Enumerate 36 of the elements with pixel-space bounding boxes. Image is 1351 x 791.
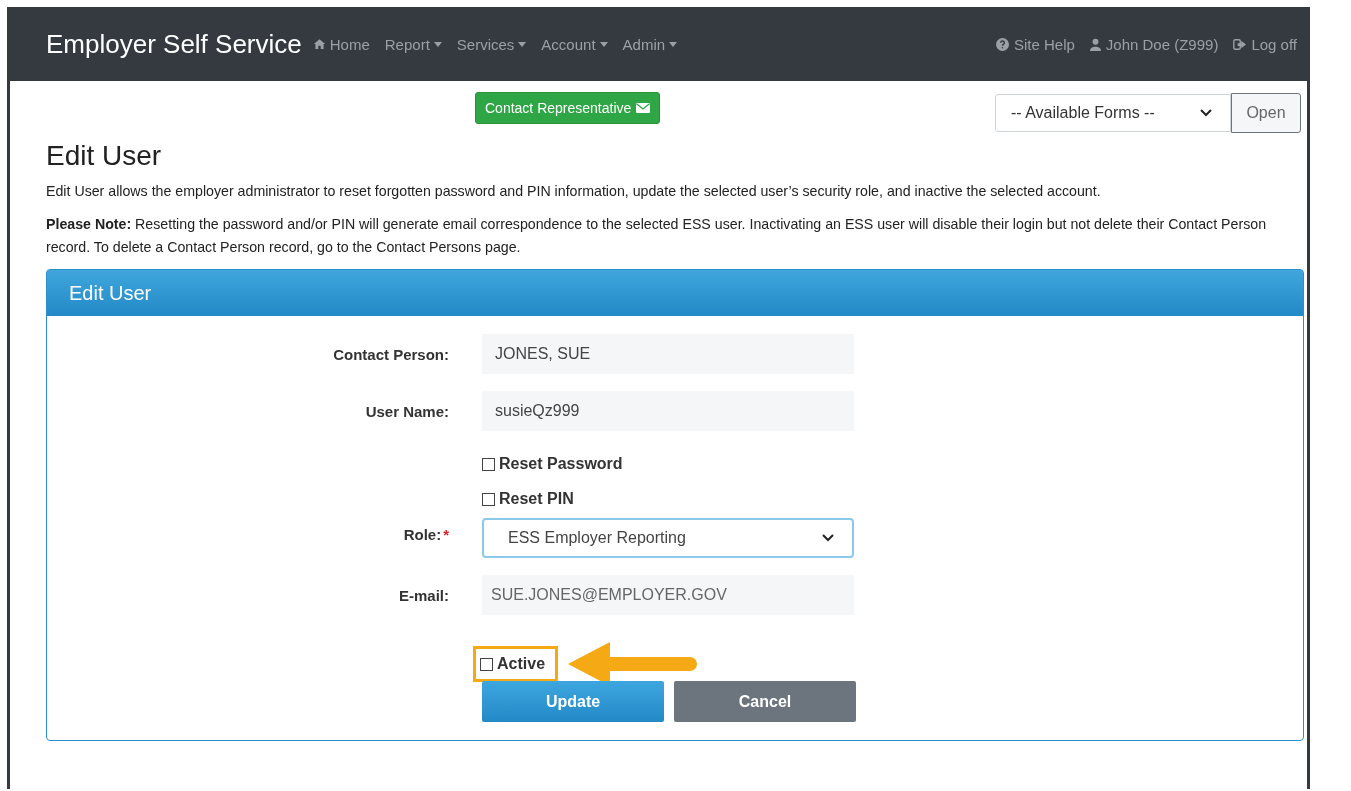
checkbox[interactable]: Reset Password: [479, 448, 626, 480]
input-field[interactable]: JONES, SUE: [482, 334, 854, 374]
nav-link[interactable]: Account: [541, 35, 608, 53]
envelope-icon: [636, 103, 651, 113]
role-select[interactable]: ESS Employer Reporting: [482, 518, 854, 558]
contact-representative-button[interactable]: Contact Representative: [475, 92, 661, 124]
nav-link[interactable]: John Doe (Z999): [1089, 35, 1219, 53]
user-icon: [1089, 37, 1101, 51]
field-label: User Name:: [365, 403, 449, 420]
note-text: Please Note: Resetting the password and/or PIN will generate email correspondence to the selected ESS user. Inactivating an ESS user will disable their login but not delete their Contact Person record. To delete a Contact Person record, go to the Contact Persons page.: [46, 215, 1268, 257]
brand-title[interactable]: Employer Self Service: [46, 28, 302, 60]
nav-link[interactable]: Report: [384, 35, 442, 53]
nav-link[interactable]: Site Help: [995, 35, 1075, 53]
home-icon: [312, 38, 326, 50]
chevron-down-icon: [1200, 109, 1212, 117]
logout-icon: [1233, 38, 1247, 50]
forms-select[interactable]: -- Available Forms --: [995, 94, 1231, 132]
chevron-down-icon: [822, 534, 834, 542]
input-field[interactable]: susieQz999: [482, 391, 854, 431]
nav-link[interactable]: Services: [456, 35, 527, 53]
open-button[interactable]: Open: [1231, 93, 1301, 133]
nav-link[interactable]: Log off: [1233, 35, 1297, 53]
page-heading: Edit User: [46, 140, 163, 172]
field-label: Contact Person:: [333, 346, 449, 363]
update-button[interactable]: Update: [482, 681, 664, 722]
required-mark: *: [443, 526, 449, 543]
cancel-button[interactable]: Cancel: [674, 681, 856, 722]
help-icon: [995, 37, 1009, 51]
field-label: E-mail:: [399, 587, 449, 604]
panel-header: Edit User: [47, 270, 1303, 316]
input-field[interactable]: SUE.JONES@EMPLOYER.GOV: [482, 575, 854, 615]
checkbox[interactable]: Reset PIN: [479, 483, 577, 515]
nav-link[interactable]: Admin: [622, 35, 678, 53]
field-label: Role:: [403, 526, 442, 543]
intro-text: Edit User allows the employer administrator to reset forgotten password and PIN information, update the selected user’s security role, and inactive the selected account.: [46, 182, 1102, 201]
nav-link[interactable]: Home: [312, 35, 370, 53]
